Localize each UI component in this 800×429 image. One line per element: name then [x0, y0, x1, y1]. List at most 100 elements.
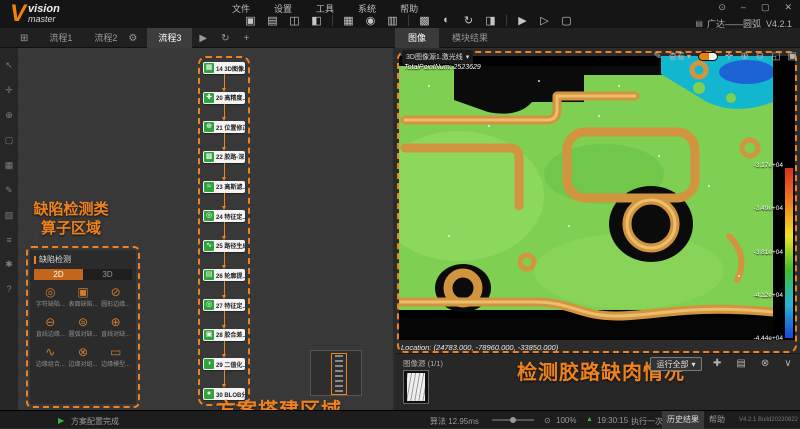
add-icon[interactable]: ✚ [713, 358, 721, 369]
tab-flow2[interactable]: 流程2 [83, 28, 128, 48]
snapshot-icon[interactable]: ▣ [788, 51, 797, 62]
flow-node[interactable]: ≈23 高斯滤... [203, 181, 245, 193]
data-queue-icon[interactable]: ▥ [386, 14, 399, 27]
flow-edit-icon[interactable]: ⚙ [128, 33, 137, 44]
tab-history-results[interactable]: 历史结果 [662, 411, 704, 429]
tab-image[interactable]: 图像 [395, 28, 439, 48]
image-source-selector[interactable]: 3D图像源1.激光线 ▾ [402, 50, 473, 64]
pointcloud-viewer[interactable]: TotalPointNum: 2523629 -3.17e+04 -3.49e+… [399, 56, 795, 340]
list-tool-icon[interactable]: ≡ [6, 235, 11, 245]
flow-node[interactable]: ▩22 胶路-深... [203, 151, 245, 163]
result-strip: 图像源 (1/1) 检测胶路缺肉情况 运行全部 ▾ ✚ ▤ ⊗ ∨ [395, 353, 800, 410]
zoom-tool-icon[interactable]: ⊕ [5, 110, 13, 121]
main-toolbar: ▣ ▤ ◫ ◧ ▦ ◉ ▥ ▩ ◐ ↻ ◨ ▶ ▷ ▢ [244, 12, 573, 28]
add-flow-icon[interactable]: + [244, 33, 250, 44]
layers-tool-icon[interactable]: ▧ [5, 210, 14, 221]
collapse-icon[interactable]: ∨ [784, 358, 791, 369]
image-source-icon[interactable]: ▦ [342, 14, 355, 27]
flow-node[interactable]: ◑29 二值化... [203, 358, 245, 370]
result-tab-bar: 图像 模块结果 [395, 28, 501, 48]
flow-minimap[interactable] [310, 350, 362, 396]
image-thumbnail[interactable] [403, 370, 429, 404]
arc-pair-icon: ⊜ [67, 315, 100, 329]
run-continuous-icon[interactable]: ▶ [516, 14, 529, 27]
flow-connector [203, 163, 245, 181]
tab-2d[interactable]: 2D [34, 269, 83, 280]
folder-icon[interactable]: ▤ [736, 358, 745, 369]
one-to-one-icon[interactable]: ◱ [771, 51, 780, 62]
flow-run-icon[interactable]: ▶ [199, 33, 207, 44]
chevron-down-icon: ▾ [691, 360, 695, 369]
grid-tool-icon[interactable]: ▦ [5, 160, 14, 171]
import-icon[interactable]: ◧ [310, 14, 323, 27]
global-refresh-icon[interactable]: ↻ [462, 14, 475, 27]
exec-mode-label: 执行一次 [631, 416, 663, 427]
defect-tool[interactable]: ▭边缘模型... [99, 345, 132, 368]
camera-icon[interactable]: ◉ [364, 14, 377, 27]
help-tool-icon[interactable]: ? [6, 284, 11, 294]
defect-detection-panel: 缺陷检测 2D 3D ◎字符缺陷... ▣表面缺陷... ⊘圆形边缘... ⊖直… [30, 250, 136, 404]
flow-canvas[interactable]: ▦14 3D图像... ✚20 高精度... ⊕21 位置修正1 ▩22 胶路-… [18, 48, 393, 410]
minimize-icon[interactable]: – [741, 2, 746, 13]
flow-node[interactable]: ◎27 特征定... [203, 299, 245, 311]
maximize-icon[interactable]: ▢ [761, 2, 770, 13]
delete-icon[interactable]: ⊗ [761, 358, 769, 369]
run-once-icon[interactable]: ▷ [538, 14, 551, 27]
flow-node[interactable]: ⊕21 位置修正1 [203, 121, 245, 133]
defect-tool[interactable]: ▣表面缺陷... [67, 285, 100, 308]
flow-node[interactable]: ◎24 特征定... [203, 210, 245, 222]
image-source-count-label: 图像源 (1/1) [403, 358, 443, 369]
defect-tool[interactable]: ⊕直线对缺... [99, 315, 132, 338]
region-tool-icon[interactable]: ▢ [5, 135, 14, 146]
defect-tool[interactable]: ⊘圆形边缘... [99, 285, 132, 308]
tab-flow3[interactable]: 流程3 [147, 28, 192, 48]
flow-manage-icon[interactable]: ⊞ [20, 33, 28, 44]
save-icon[interactable]: ▣ [244, 14, 257, 27]
algorithm-time-label: 算法 12.95ms [430, 416, 479, 427]
minimap-viewport[interactable] [331, 353, 347, 395]
view-dropdown[interactable]: 查看 ▾ [669, 51, 691, 62]
tab-flow1[interactable]: 流程1 [38, 28, 83, 48]
tools-tool-icon[interactable]: ✱ [5, 259, 13, 270]
status-bar: ▶ 方案配置完成 算法 12.95ms ⊙ 100% ▲ 19:30:15 执行… [0, 410, 800, 428]
zoom-out-icon[interactable]: ⊖ [756, 51, 764, 62]
open-icon[interactable]: ▤ [266, 14, 279, 27]
data-icon[interactable]: ▩ [418, 14, 431, 27]
defect-tool[interactable]: ◎字符缺陷... [34, 285, 67, 308]
zoom-in-icon[interactable]: ⊕ [740, 51, 748, 62]
annotation-defect-area: 缺陷检测类 算子区域 [20, 200, 122, 238]
pointer-tool-icon[interactable]: ↖ [5, 60, 13, 71]
flow-connector [203, 252, 245, 270]
tab-module-result[interactable]: 模块结果 [439, 28, 501, 48]
flow-node[interactable]: ▣28 胶合差... [203, 329, 245, 341]
edge-model-icon: ▭ [99, 345, 132, 359]
tab-help[interactable]: 帮助 [704, 411, 730, 429]
tab-3d[interactable]: 3D [83, 269, 132, 280]
close-icon[interactable]: ✕ [784, 2, 792, 13]
flow-node[interactable]: ∿25 路径生成1 [203, 240, 245, 252]
flow-node[interactable]: ▦14 3D图像... [203, 62, 245, 74]
pan-tool-icon[interactable]: ✛ [5, 85, 13, 96]
draw-icon[interactable]: ✎ [654, 51, 662, 62]
pin-icon[interactable]: ⊙ [718, 2, 726, 13]
node-icon: ▩ [204, 152, 214, 162]
zoom-slider[interactable] [492, 419, 534, 421]
flow-loop-icon[interactable]: ↻ [221, 33, 229, 44]
communication-icon[interactable]: ◨ [484, 14, 497, 27]
node-icon: ◎ [204, 300, 214, 310]
window-controls: ⊙ – ▢ ✕ [718, 2, 792, 13]
flow-node[interactable]: ▤26 轮廓提... [203, 269, 245, 281]
defect-tool[interactable]: ⊗边缘对组... [67, 345, 100, 368]
export-icon[interactable]: ◫ [288, 14, 301, 27]
edit-tool-icon[interactable]: ✎ [5, 185, 13, 196]
flow-connector [203, 74, 245, 92]
defect-tool[interactable]: ⊜圆弧对缺... [67, 315, 100, 338]
calibration-icon[interactable]: ◐ [440, 14, 453, 26]
run-all-button[interactable]: 运行全部 ▾ [650, 357, 702, 371]
defect-tool[interactable]: ⊖直线边缘... [34, 315, 67, 338]
flow-node[interactable]: ✚20 高精度... [203, 92, 245, 104]
crosshair-icon[interactable]: ✛ [725, 51, 733, 62]
stop-icon[interactable]: ▢ [560, 14, 573, 27]
defect-tool[interactable]: ∿边缘组合... [34, 345, 67, 368]
render-mode-toggle[interactable] [698, 52, 718, 61]
